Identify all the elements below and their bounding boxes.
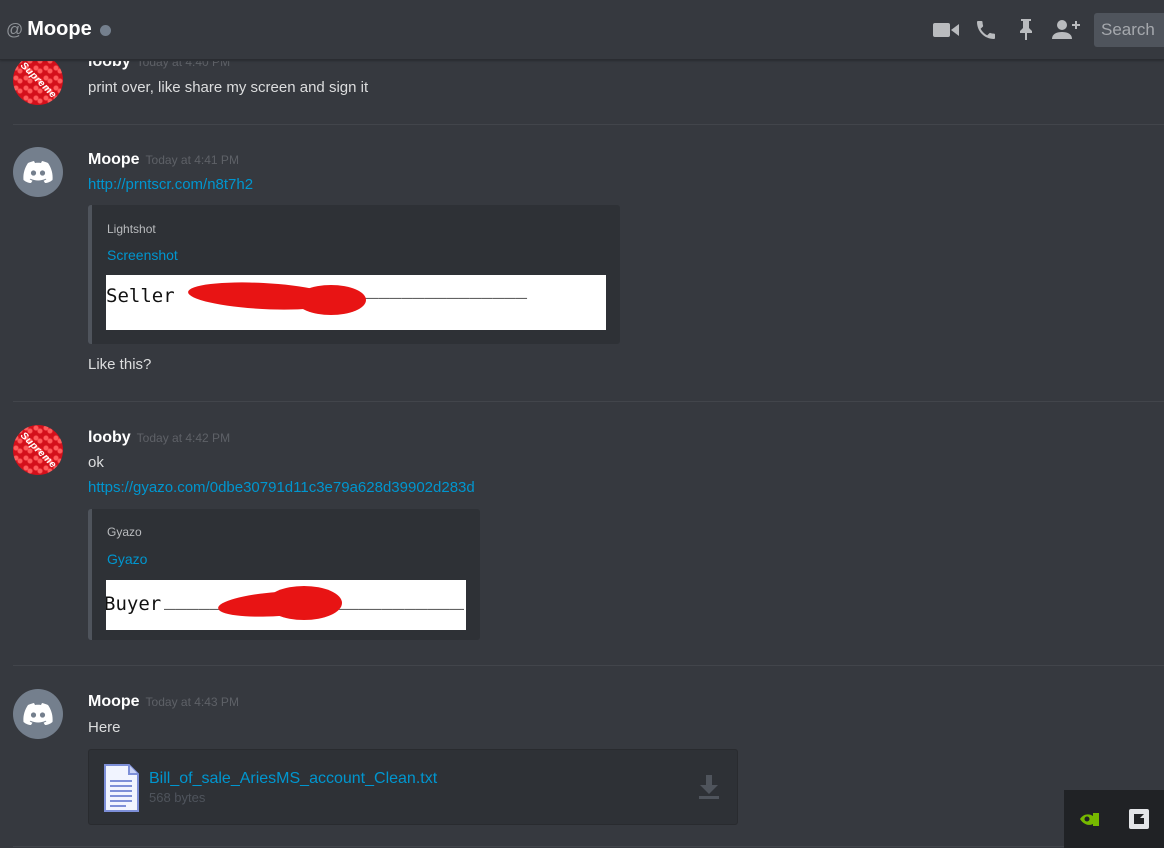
avatar[interactable]: Supreme bbox=[13, 425, 63, 475]
message-list[interactable]: Supreme looby Today at 4:40 PM print over… bbox=[0, 61, 1164, 848]
red-redaction bbox=[266, 586, 342, 620]
search-input[interactable]: Search bbox=[1094, 13, 1164, 47]
file-attachment: Bill_of_sale_AriesMS_account_Clean.txt 5… bbox=[88, 749, 738, 825]
discord-logo-icon bbox=[23, 703, 53, 725]
embed-image-text: Seller bbox=[106, 285, 175, 307]
message-text: Like this? bbox=[88, 356, 152, 373]
app-tray-icon[interactable] bbox=[1128, 808, 1150, 830]
supreme-logo: Supreme bbox=[17, 61, 59, 101]
message-divider bbox=[13, 665, 1164, 666]
message-divider bbox=[13, 401, 1164, 402]
dm-at-symbol: @ bbox=[6, 19, 24, 39]
pin-icon[interactable] bbox=[1006, 12, 1046, 48]
link-embed: Gyazo Gyazo Buyer ______________________… bbox=[88, 509, 480, 640]
attachment-size: 568 bytes bbox=[149, 790, 206, 805]
embed-image-text: Buyer bbox=[106, 593, 162, 615]
message-timestamp: Today at 4:40 PM bbox=[136, 61, 231, 69]
red-redaction bbox=[296, 285, 366, 315]
video-call-icon[interactable] bbox=[926, 12, 966, 48]
avatar[interactable]: Supreme bbox=[13, 61, 63, 105]
message-link[interactable]: https://gyazo.com/0dbe30791d11c3e79a628d… bbox=[88, 479, 475, 496]
nvidia-icon[interactable] bbox=[1078, 810, 1100, 828]
embed-image-line: ________________ bbox=[344, 277, 528, 299]
avatar[interactable] bbox=[13, 689, 63, 739]
message-timestamp: Today at 4:42 PM bbox=[136, 431, 231, 445]
discord-logo-icon bbox=[23, 161, 53, 183]
download-icon[interactable] bbox=[697, 774, 721, 800]
message-divider bbox=[13, 846, 1164, 847]
supreme-logo: Supreme bbox=[17, 429, 59, 471]
link-embed: Lightshot Screenshot Seller ____________… bbox=[88, 205, 620, 344]
message-timestamp: Today at 4:41 PM bbox=[145, 153, 239, 167]
channel-header: @ Moope Search bbox=[0, 0, 1164, 60]
message-timestamp: Today at 4:43 PM bbox=[145, 695, 239, 709]
message-author[interactable]: looby Today at 4:42 PM bbox=[88, 429, 230, 447]
status-indicator bbox=[99, 25, 111, 36]
message-divider bbox=[13, 124, 1164, 125]
embed-provider[interactable]: Gyazo bbox=[107, 525, 142, 539]
message-text: print over, like share my screen and sig… bbox=[88, 79, 369, 96]
message-author[interactable]: looby Today at 4:40 PM bbox=[88, 61, 230, 71]
attachment-filename[interactable]: Bill_of_sale_AriesMS_account_Clean.txt bbox=[149, 770, 437, 788]
avatar[interactable] bbox=[13, 147, 63, 197]
embed-image[interactable]: Seller ________________ bbox=[106, 275, 606, 330]
embed-provider[interactable]: Lightshot bbox=[107, 222, 156, 236]
text-file-icon bbox=[104, 764, 139, 812]
embed-title[interactable]: Gyazo bbox=[107, 551, 147, 567]
system-tray bbox=[1064, 790, 1164, 848]
embed-title[interactable]: Screenshot bbox=[107, 247, 178, 263]
message-author[interactable]: Moope Today at 4:43 PM bbox=[88, 693, 239, 711]
voice-call-icon[interactable] bbox=[966, 12, 1006, 48]
header-toolbar: Search bbox=[926, 12, 1164, 48]
message-author[interactable]: Moope Today at 4:41 PM bbox=[88, 151, 239, 169]
message-link[interactable]: http://prntscr.com/n8t7h2 bbox=[88, 176, 253, 193]
message-text: Here bbox=[88, 719, 121, 736]
message-text: ok bbox=[88, 454, 104, 471]
channel-name: Moope bbox=[27, 18, 92, 40]
embed-image[interactable]: Buyer ____________________________ bbox=[106, 580, 466, 630]
add-friend-icon[interactable] bbox=[1046, 12, 1086, 48]
